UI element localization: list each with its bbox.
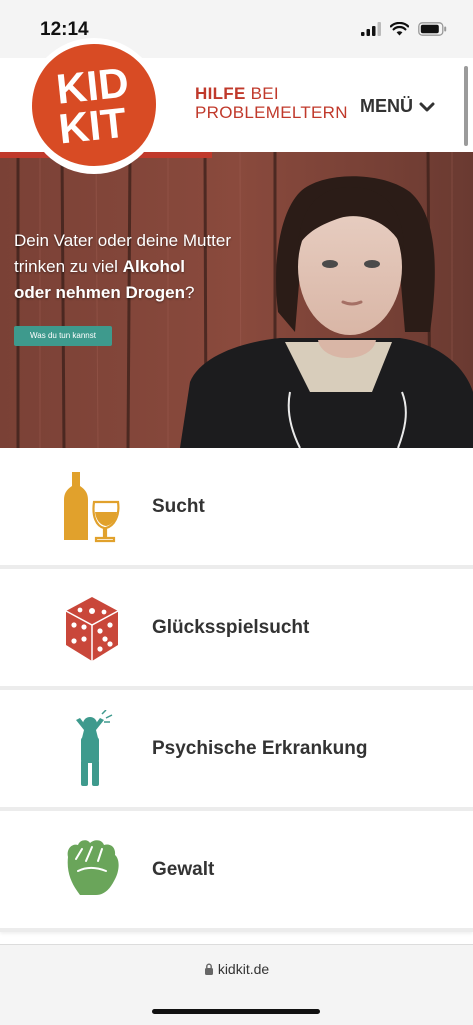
hero-line1: Dein Vater oder deine Mutter — [14, 231, 232, 250]
site-tagline: HILFE BEI PROBLEMELTERN — [195, 84, 348, 122]
topic-psychische-erkrankung[interactable]: Psychische Erkrankung — [0, 690, 473, 811]
dice-icon — [65, 597, 119, 661]
signal-icon — [361, 22, 381, 36]
hero-line3b: ? — [184, 283, 195, 302]
browser-bar: kidkit.de — [0, 944, 473, 1025]
chevron-down-icon — [419, 102, 435, 111]
tagline-rest: BEI — [245, 84, 279, 103]
menu-label: MENÜ — [360, 96, 413, 116]
hero-banner: Dein Vater oder deine Mutter trinken zu … — [0, 152, 473, 448]
topic-gewalt[interactable]: Gewalt — [0, 811, 473, 932]
battery-icon — [418, 22, 447, 36]
menu-button[interactable]: MENÜ — [360, 96, 435, 117]
hero-line2b: Alkohol — [122, 257, 186, 276]
kidkit-logo[interactable]: KID KIT — [24, 36, 164, 176]
hero-line3a: oder nehmen Drogen — [14, 283, 185, 302]
scrollbar[interactable] — [464, 66, 468, 146]
home-indicator[interactable] — [152, 1009, 320, 1014]
hero-headline: Dein Vater oder deine Mutter trinken zu … — [14, 228, 274, 306]
topic-list: Sucht Glücksspielsucht Psychische Erkran… — [0, 448, 473, 932]
bottle-glass-icon — [64, 472, 120, 543]
topic-gluecksspielsucht[interactable]: Glücksspielsucht — [0, 569, 473, 690]
lock-icon — [204, 963, 213, 975]
cta-button[interactable]: Was du tun kannst — [14, 326, 112, 346]
url-bar[interactable]: kidkit.de — [0, 961, 473, 977]
logo-text-2: KIT — [56, 99, 129, 153]
person-headache-icon — [76, 710, 113, 786]
hero-line2a: trinken zu viel — [14, 257, 123, 276]
topic-label: Sucht — [152, 496, 205, 517]
topic-sucht[interactable]: Sucht — [0, 448, 473, 569]
topic-label: Psychische Erkrankung — [152, 738, 368, 759]
topic-label: Gewalt — [152, 859, 215, 880]
tagline-line2: PROBLEMELTERN — [195, 103, 348, 122]
topic-label: Glücksspielsucht — [152, 617, 310, 638]
tagline-bold: HILFE — [195, 84, 246, 103]
fist-icon — [67, 840, 119, 895]
status-icons — [361, 22, 447, 36]
url-text: kidkit.de — [217, 961, 270, 977]
wifi-icon — [390, 22, 409, 36]
